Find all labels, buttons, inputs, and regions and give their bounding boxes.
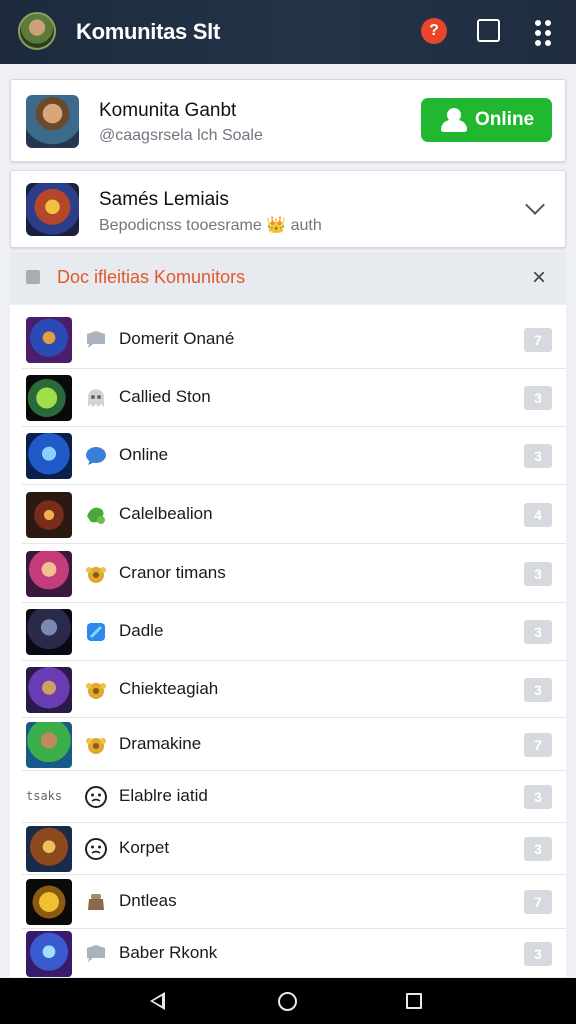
online-button[interactable]: Online bbox=[421, 98, 552, 142]
profile-card[interactable]: Komunita Ganbt @caagsrsela lch Soale Onl… bbox=[10, 79, 566, 162]
list-item-label: Baber Rkonk bbox=[119, 943, 218, 962]
count-badge: 3 bbox=[524, 562, 552, 586]
list-item-label: Elablre iatid bbox=[119, 786, 208, 805]
list-item-thumbnail bbox=[26, 826, 72, 872]
list-item[interactable]: Baber Rkonk 3 bbox=[22, 929, 566, 977]
list-item[interactable]: Online 3 bbox=[22, 427, 566, 485]
list-item[interactable]: tsaks Elablre iatid 3 bbox=[22, 771, 566, 823]
leaf-icon bbox=[84, 503, 108, 527]
gold-badge-icon bbox=[84, 562, 108, 586]
list-item-thumb-text: tsaks bbox=[26, 789, 63, 803]
list-item-thumbnail bbox=[26, 551, 72, 597]
count-badge: 3 bbox=[524, 386, 552, 410]
section-header: Doc ifleitias Komunitors × bbox=[10, 252, 566, 304]
list-item-thumbnail bbox=[26, 667, 72, 713]
list-item-label: Calelbealion bbox=[119, 504, 213, 523]
count-badge: 7 bbox=[524, 328, 552, 352]
count-badge: 4 bbox=[524, 503, 552, 527]
list-item-thumbnail bbox=[26, 722, 72, 768]
list-item-label: Dramakine bbox=[119, 734, 202, 753]
list-item[interactable]: Callied Ston 3 bbox=[22, 369, 566, 427]
online-button-label: Online bbox=[475, 109, 535, 130]
list-item-thumbnail bbox=[26, 375, 72, 421]
group-title: Samés Lemiais bbox=[99, 189, 229, 210]
list-item-label: Dadle bbox=[119, 621, 164, 640]
profile-subtitle: @caagsrsela lch Soale bbox=[99, 127, 263, 144]
ghost-icon bbox=[84, 386, 108, 410]
list-item-label: Dntleas bbox=[119, 891, 177, 910]
list-item[interactable]: Dramakine 7 bbox=[22, 718, 566, 771]
face-icon bbox=[84, 785, 108, 809]
chevron-down-icon[interactable] bbox=[525, 195, 545, 215]
profile-title: Komunita Ganbt bbox=[99, 100, 237, 121]
community-list: Domerit Onané 7 Callied Ston 3 Online 3 Calelb… bbox=[10, 305, 566, 977]
count-badge: 3 bbox=[524, 620, 552, 644]
close-icon[interactable]: × bbox=[532, 264, 546, 292]
list-item-thumbnail bbox=[26, 492, 72, 538]
group-subtitle: Bepodicnss tooesrame 👑 auth bbox=[99, 217, 322, 234]
system-nav-bar bbox=[0, 978, 576, 1024]
blue-shield-icon bbox=[84, 620, 108, 644]
list-item[interactable]: Domerit Onané 7 bbox=[22, 310, 566, 369]
list-item-thumbnail bbox=[26, 931, 72, 977]
app-bar: Komunitas Slt ? bbox=[0, 0, 576, 64]
list-item[interactable]: Dntleas 7 bbox=[22, 875, 566, 929]
count-badge: 3 bbox=[524, 444, 552, 468]
list-item-label: Cranor timans bbox=[119, 563, 226, 582]
list-item-label: Online bbox=[119, 445, 169, 464]
list-item-label: Chiekteagiah bbox=[119, 679, 219, 698]
list-item[interactable]: Cranor timans 3 bbox=[22, 544, 566, 603]
chat-bubble-icon bbox=[84, 942, 108, 966]
back-icon[interactable] bbox=[150, 992, 165, 1010]
count-badge: 3 bbox=[524, 942, 552, 966]
list-item[interactable]: Chiekteagiah 3 bbox=[22, 661, 566, 718]
group-avatar bbox=[26, 183, 79, 236]
list-item-thumbnail bbox=[26, 609, 72, 655]
gold-badge-icon bbox=[84, 733, 108, 757]
profile-avatar bbox=[26, 95, 79, 148]
count-badge: 3 bbox=[524, 837, 552, 861]
list-item[interactable]: Calelbealion 4 bbox=[22, 485, 566, 544]
home-icon[interactable] bbox=[278, 992, 297, 1011]
square-icon[interactable] bbox=[477, 19, 500, 42]
chat-bubble-icon bbox=[84, 328, 108, 352]
section-square-icon bbox=[26, 270, 40, 284]
count-badge: 7 bbox=[524, 733, 552, 757]
list-item-thumbnail bbox=[26, 433, 72, 479]
app-title: Komunitas Slt bbox=[76, 19, 220, 44]
avatar[interactable] bbox=[18, 12, 56, 50]
list-item[interactable]: Dadle 3 bbox=[22, 603, 566, 661]
list-item-label: Korpet bbox=[119, 838, 170, 857]
list-item-label: Domerit Onané bbox=[119, 329, 235, 348]
list-item-thumbnail bbox=[26, 879, 72, 925]
help-icon[interactable]: ? bbox=[421, 18, 447, 44]
user-icon bbox=[441, 108, 467, 132]
group-card[interactable]: Samés Lemiais Bepodicnss tooesrame 👑 aut… bbox=[10, 170, 566, 248]
list-item[interactable]: Korpet 3 bbox=[22, 823, 566, 875]
count-badge: 7 bbox=[524, 890, 552, 914]
face-icon bbox=[84, 837, 108, 861]
list-item-thumbnail bbox=[26, 317, 72, 363]
count-badge: 3 bbox=[524, 678, 552, 702]
more-vert-icon[interactable] bbox=[535, 20, 551, 46]
list-item-label: Callied Ston bbox=[119, 387, 211, 406]
section-title: Doc ifleitias Komunitors bbox=[57, 267, 246, 287]
blue-bubble-icon bbox=[84, 444, 108, 468]
count-badge: 3 bbox=[524, 785, 552, 809]
gold-pouch-icon bbox=[84, 890, 108, 914]
gold-badge-icon bbox=[84, 678, 108, 702]
recents-icon[interactable] bbox=[406, 993, 422, 1009]
